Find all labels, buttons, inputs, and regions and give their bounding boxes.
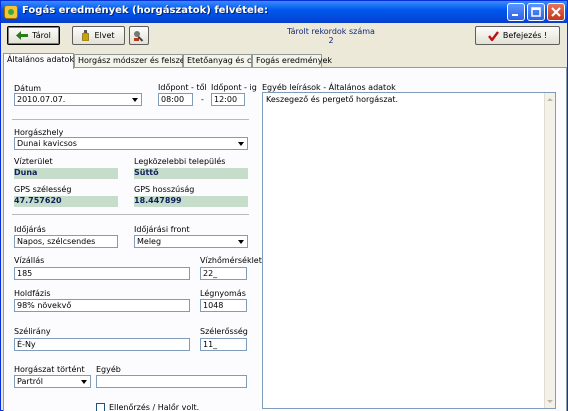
inspection-checkbox[interactable] — [96, 403, 105, 411]
tab-bait[interactable]: Etetőanyag és csali — [183, 54, 265, 68]
wind-dir-label: Szélirány — [14, 327, 51, 336]
notes-label: Egyéb leírások - Általános adatok — [262, 83, 396, 92]
save-button[interactable]: Tárol — [7, 26, 60, 45]
tab-general[interactable]: Általános adatok — [3, 53, 74, 69]
scroll-down-icon[interactable] — [546, 397, 555, 406]
wind-strength-input[interactable]: 11_ — [200, 338, 247, 351]
moon-label: Holdfázis — [14, 289, 51, 298]
water-area-value: Duna — [14, 168, 38, 177]
record-count-value: 2 — [328, 36, 334, 45]
tab-method[interactable]: Horgász módszer és felszerelés — [74, 54, 204, 68]
chevron-down-icon[interactable] — [235, 236, 247, 247]
pressure-label: Légnyomás — [200, 289, 246, 298]
arrow-left-icon — [16, 31, 29, 40]
fishing-place-label: Horgászhely — [14, 128, 64, 137]
fishing-place-value: Dunai kavicsos — [17, 139, 77, 148]
maximize-button[interactable] — [527, 3, 545, 21]
gps-lon-value: 18.447899 — [134, 196, 182, 205]
record-count-label: Tárolt rekordok száma — [287, 27, 375, 36]
minimize-icon — [512, 14, 518, 16]
other-label: Egyéb — [96, 365, 121, 374]
close-icon — [551, 7, 561, 17]
inspection-label: Ellenőrzés / Halőr volt. — [109, 403, 200, 411]
chevron-down-icon[interactable] — [129, 94, 141, 105]
app-icon — [4, 5, 18, 19]
water-level-label: Vízállás — [14, 256, 45, 265]
fishing-from-value: Partról — [17, 377, 44, 386]
tab-catch[interactable]: Fogás eredmények — [252, 54, 332, 68]
front-select[interactable]: Meleg — [134, 235, 248, 248]
tools-button[interactable] — [129, 26, 149, 45]
time-dash: - — [201, 95, 204, 104]
chevron-down-icon[interactable] — [235, 138, 247, 149]
gps-lat-label: GPS szélesség — [14, 185, 72, 194]
chevron-down-icon[interactable] — [78, 376, 90, 387]
notes-scrollbar[interactable] — [544, 93, 555, 408]
date-label: Dátum — [14, 84, 42, 93]
time-to-label: Időpont - ig — [211, 83, 257, 92]
tools-icon — [134, 30, 144, 42]
divider — [12, 214, 249, 215]
bottle-icon — [82, 30, 90, 41]
maximize-icon — [531, 7, 541, 17]
notes-textarea[interactable]: Keszegező és pergető horgászat. — [262, 92, 556, 409]
water-temp-input[interactable]: 22_ — [200, 267, 247, 280]
moon-input[interactable]: 98% növekvő — [14, 299, 190, 312]
other-input[interactable] — [96, 375, 247, 388]
wind-dir-input[interactable]: É-Ny — [14, 338, 190, 351]
front-value: Meleg — [137, 237, 162, 246]
record-counter: Tárolt rekordok száma 2 — [271, 27, 391, 45]
notes-value: Keszegező és pergető horgászat. — [266, 95, 399, 104]
save-label: Tárol — [32, 31, 51, 40]
weather-input[interactable]: Napos, szélcsendes — [14, 235, 118, 248]
time-from-label: Időpont - től — [158, 83, 207, 92]
wind-strength-label: Szélerősség — [200, 327, 248, 336]
toolbar: Tárol Elvet Tárolt rekordok száma 2 Befe… — [1, 23, 567, 47]
discard-label: Elvet — [94, 31, 115, 40]
minimize-button[interactable] — [507, 3, 525, 21]
settlement-value: Süttő — [134, 168, 159, 177]
gps-lat-value: 47.757620 — [14, 196, 62, 205]
settlement-label: Legközelebbi település — [134, 157, 226, 166]
scroll-up-icon[interactable] — [546, 95, 555, 104]
date-value: 2010.07.07. — [17, 95, 66, 104]
water-level-input[interactable]: 185 — [14, 267, 190, 280]
divider — [12, 119, 249, 120]
fishing-from-select[interactable]: Partról — [14, 375, 91, 388]
finish-label: Befejezés ! — [502, 31, 548, 40]
front-label: Időjárási front — [134, 225, 190, 234]
discard-button[interactable]: Elvet — [72, 26, 125, 45]
checkmark-icon — [487, 30, 499, 41]
water-temp-label: Vízhőmérséklet — [200, 256, 262, 265]
date-field[interactable]: 2010.07.07. — [14, 93, 142, 106]
weather-label: Időjárás — [14, 225, 46, 234]
title-bar: Fogás eredmények (horgászatok) felvétele… — [1, 1, 567, 23]
main-window: Fogás eredmények (horgászatok) felvétele… — [0, 0, 568, 411]
finish-button[interactable]: Befejezés ! — [475, 26, 560, 45]
pressure-input[interactable]: 1048 — [200, 299, 247, 312]
fishing-from-label: Horgászat történt — [14, 365, 85, 374]
window-title: Fogás eredmények (horgászatok) felvétele… — [22, 5, 268, 16]
time-from-input[interactable]: 08:00 — [158, 93, 193, 106]
water-area-label: Vízterület — [14, 157, 53, 166]
close-button[interactable] — [547, 3, 565, 21]
gps-lon-label: GPS hosszúság — [134, 185, 195, 194]
time-to-input[interactable]: 12:00 — [211, 93, 245, 106]
fishing-place-select[interactable]: Dunai kavicsos — [14, 137, 248, 150]
